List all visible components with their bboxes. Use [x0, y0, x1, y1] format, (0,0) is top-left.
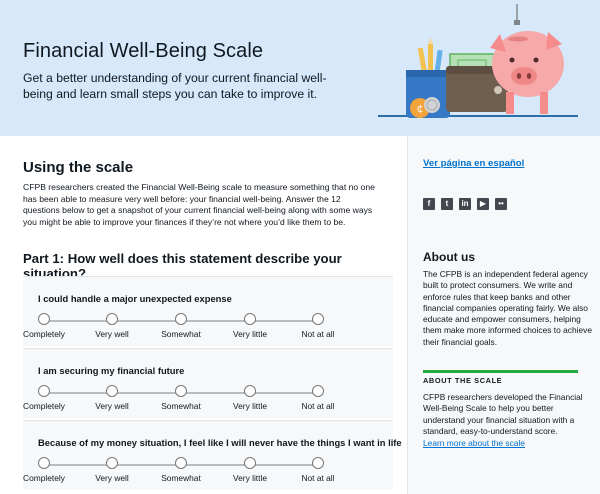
- radio-button[interactable]: [38, 385, 50, 397]
- option-completely[interactable]: Completely: [14, 313, 74, 339]
- radio-button[interactable]: [312, 457, 324, 469]
- coin-icon: [424, 97, 440, 113]
- option-somewhat[interactable]: Somewhat: [151, 457, 211, 483]
- question-card: Because of my money situation, I feel li…: [23, 420, 402, 490]
- main-content: Using the scale CFPB researchers created…: [0, 136, 407, 494]
- facebook-icon[interactable]: f: [423, 198, 435, 210]
- about-text: The CFPB is an independent federal agenc…: [423, 269, 592, 347]
- option-very-little[interactable]: Very little: [220, 313, 280, 339]
- hero-banner: Financial Well-Being Scale Get a better …: [0, 0, 600, 136]
- option-not-at-all[interactable]: Not at all: [288, 457, 348, 483]
- option-not-at-all[interactable]: Not at all: [288, 313, 348, 339]
- sidebar: Ver página en español f t in ▶ •• About …: [407, 136, 600, 494]
- radio-button[interactable]: [312, 385, 324, 397]
- radio-button[interactable]: [106, 385, 118, 397]
- option-not-at-all[interactable]: Not at all: [288, 385, 348, 411]
- about-heading: About us: [423, 250, 475, 264]
- page-subtitle: Get a better understanding of your curre…: [23, 71, 327, 101]
- option-somewhat[interactable]: Somewhat: [151, 313, 211, 339]
- option-very-well[interactable]: Very well: [82, 457, 142, 483]
- svg-text:¢: ¢: [417, 102, 424, 115]
- option-very-well[interactable]: Very well: [82, 313, 142, 339]
- option-completely[interactable]: Completely: [14, 385, 74, 411]
- radio-button[interactable]: [244, 457, 256, 469]
- radio-button[interactable]: [38, 457, 50, 469]
- spanish-language-link[interactable]: Ver página en español: [423, 158, 524, 169]
- radio-button[interactable]: [106, 457, 118, 469]
- radio-button[interactable]: [175, 385, 187, 397]
- section-heading: Using the scale: [23, 159, 134, 176]
- piggy-bank-illustration: ¢: [378, 4, 578, 118]
- twitter-icon[interactable]: t: [441, 198, 453, 210]
- question-text: Because of my money situation, I feel li…: [38, 437, 402, 448]
- social-links: f t in ▶ ••: [423, 198, 507, 210]
- radio-button[interactable]: [175, 457, 187, 469]
- about-scale-heading: ABOUT THE SCALE: [423, 376, 503, 385]
- page-title: Financial Well-Being Scale: [23, 40, 264, 62]
- radio-button[interactable]: [38, 313, 50, 325]
- radio-button[interactable]: [244, 385, 256, 397]
- intro-paragraph: CFPB researchers created the Financial W…: [23, 182, 375, 227]
- radio-button[interactable]: [244, 313, 256, 325]
- radio-button[interactable]: [106, 313, 118, 325]
- option-very-little[interactable]: Very little: [220, 385, 280, 411]
- section-divider: [423, 370, 578, 373]
- radio-button[interactable]: [312, 313, 324, 325]
- learn-more-link[interactable]: Learn more about the scale: [423, 438, 525, 448]
- option-very-well[interactable]: Very well: [82, 385, 142, 411]
- flickr-icon[interactable]: ••: [495, 198, 507, 210]
- radio-button[interactable]: [175, 313, 187, 325]
- linkedin-icon[interactable]: in: [459, 198, 471, 210]
- question-card: I am securing my financial future Comple…: [23, 348, 393, 418]
- question-card: I could handle a major unexpected expens…: [23, 276, 393, 346]
- question-text: I could handle a major unexpected expens…: [38, 293, 232, 304]
- question-text: I am securing my financial future: [38, 365, 185, 376]
- youtube-icon[interactable]: ▶: [477, 198, 489, 210]
- about-scale-text: CFPB researchers developed the Financial…: [423, 392, 583, 436]
- option-very-little[interactable]: Very little: [220, 457, 280, 483]
- option-somewhat[interactable]: Somewhat: [151, 385, 211, 411]
- option-completely[interactable]: Completely: [14, 457, 74, 483]
